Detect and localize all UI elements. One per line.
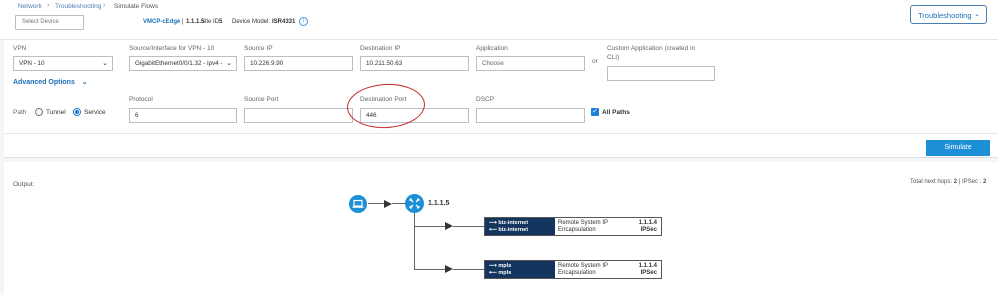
branch-line — [414, 226, 447, 227]
router-node[interactable] — [405, 194, 424, 213]
source-ip-input[interactable]: 10.226.9.90 — [244, 56, 353, 71]
path-service-radio[interactable] — [73, 108, 81, 116]
branch-line — [453, 226, 484, 227]
breadcrumb-current: Simulate Flows — [114, 3, 159, 10]
all-paths-label: All Paths — [602, 109, 630, 116]
or-text: or — [592, 58, 598, 65]
arrow-right-icon — [384, 200, 392, 208]
source-interface-label: Source/Interface for VPN - 10 — [129, 45, 215, 52]
source-host-node — [349, 195, 367, 213]
vpn-label: VPN — [13, 45, 27, 52]
arrow-right-icon — [445, 265, 453, 273]
source-interface-select[interactable]: GigabitEthernet0/0/1.32 - ipv4 - ⌄ — [129, 56, 237, 71]
site-id-value: 5 — [219, 19, 223, 25]
remote-system-ip-value: 1.1.1.4 — [638, 220, 657, 226]
chevron-down-icon: ⌄ — [81, 79, 88, 86]
device-model-label: Device Model: — [232, 19, 271, 25]
total-next-hops-label: Total next hops: — [910, 179, 953, 185]
encapsulation-label: Encapsulation — [558, 270, 596, 276]
encapsulation-value: IPSec — [640, 227, 657, 233]
vpn-value: VPN - 10 — [19, 60, 45, 67]
info-icon[interactable]: i — [299, 17, 308, 26]
device-name: VMCP-cEdge — [143, 19, 181, 25]
divider — [4, 133, 998, 134]
branch-line — [453, 269, 484, 270]
laptop-icon — [352, 199, 364, 208]
output-label: Output: — [13, 181, 35, 188]
simulate-button[interactable]: Simulate — [926, 140, 990, 156]
path-tunnel-label: Tunnel — [46, 109, 66, 116]
breadcrumb-separator: › — [47, 2, 50, 9]
protocol-label: Protocol — [129, 96, 153, 103]
chevron-down-icon: ⌄ — [102, 60, 108, 67]
tunnel-color-block: ⟶ biz-internet ⟵ biz-internet — [485, 218, 555, 235]
device-model-value: ISR4331 — [272, 19, 296, 25]
tunnel-in-label: ⟵ mpls — [489, 270, 512, 276]
remote-system-ip-label: Remote System IP — [558, 263, 609, 269]
advanced-options-toggle[interactable]: Advanced Options ⌄ — [13, 78, 88, 86]
tunnel-color-block: ⟶ mpls ⟵ mpls — [485, 261, 555, 278]
next-hop-card[interactable]: ⟶ biz-internet ⟵ biz-internet Remote Sys… — [484, 217, 662, 236]
vpn-select[interactable]: VPN - 10 ⌄ — [13, 56, 113, 71]
breadcrumb-troubleshooting[interactable]: Troubleshooting — [55, 3, 101, 10]
total-next-hops-value: 2 — [953, 179, 958, 185]
ipsec-count: 2 — [982, 179, 987, 185]
source-interface-value: GigabitEthernet0/0/1.32 - ipv4 - — [135, 60, 223, 67]
branch-line — [414, 269, 447, 270]
source-ip-label: Source IP — [244, 45, 273, 52]
tunnel-out-label: ⟶ biz-internet — [489, 220, 529, 226]
custom-application-label-cont: CLI) — [607, 54, 620, 61]
chevron-down-icon: ⌄ — [974, 11, 980, 18]
dscp-label: DSCP — [476, 96, 495, 103]
device-separator: | — [182, 19, 184, 25]
branch-line — [414, 213, 415, 269]
source-port-input[interactable] — [244, 108, 353, 123]
router-node-label: 1.1.1.5 — [428, 200, 450, 207]
next-hop-card[interactable]: ⟶ mpls ⟵ mpls Remote System IP 1.1.1.4 E… — [484, 260, 662, 279]
breadcrumb-separator: › — [103, 2, 106, 9]
tunnel-out-label: ⟶ mpls — [489, 263, 512, 269]
application-label: Application — [476, 45, 508, 52]
custom-application-input[interactable] — [607, 66, 715, 81]
destination-ip-input[interactable]: 10.211.50.63 — [360, 56, 469, 71]
tunnel-in-label: ⟵ biz-internet — [489, 227, 529, 233]
encapsulation-value: IPSec — [640, 270, 657, 276]
remote-system-ip-value: 1.1.1.4 — [638, 263, 657, 269]
router-icon — [409, 198, 420, 209]
protocol-input[interactable]: 6 — [129, 108, 237, 123]
application-select[interactable]: Choose — [476, 56, 585, 71]
all-paths-checkbox[interactable]: ✓ — [591, 108, 599, 116]
path-label: Path — [13, 109, 27, 116]
arrow-right-icon — [445, 222, 453, 230]
device-select[interactable]: Select Device — [15, 15, 84, 30]
advanced-options-label: Advanced Options — [13, 79, 75, 86]
path-tunnel-radio[interactable] — [35, 108, 43, 116]
source-port-label: Source Port — [244, 96, 279, 103]
ipsec-label: | IPSec : — [958, 179, 982, 185]
destination-ip-label: Destination IP — [360, 45, 401, 52]
output-summary: Total next hops: 2 | IPSec : 2 — [910, 179, 986, 185]
dscp-input[interactable] — [476, 108, 585, 123]
troubleshooting-dropdown-button[interactable]: Troubleshooting ⌄ — [910, 5, 987, 24]
site-id-label: Site ID: — [201, 19, 221, 25]
custom-application-label: Custom Application (created in — [607, 45, 696, 52]
flow-line — [368, 203, 385, 204]
breadcrumb-network[interactable]: Network — [18, 3, 42, 10]
flow-line — [392, 203, 405, 204]
path-service-label: Service — [84, 109, 106, 116]
remote-system-ip-label: Remote System IP — [558, 220, 609, 226]
chevron-down-icon: ⌄ — [224, 59, 232, 67]
encapsulation-label: Encapsulation — [558, 227, 596, 233]
troubleshooting-label: Troubleshooting — [918, 11, 972, 20]
